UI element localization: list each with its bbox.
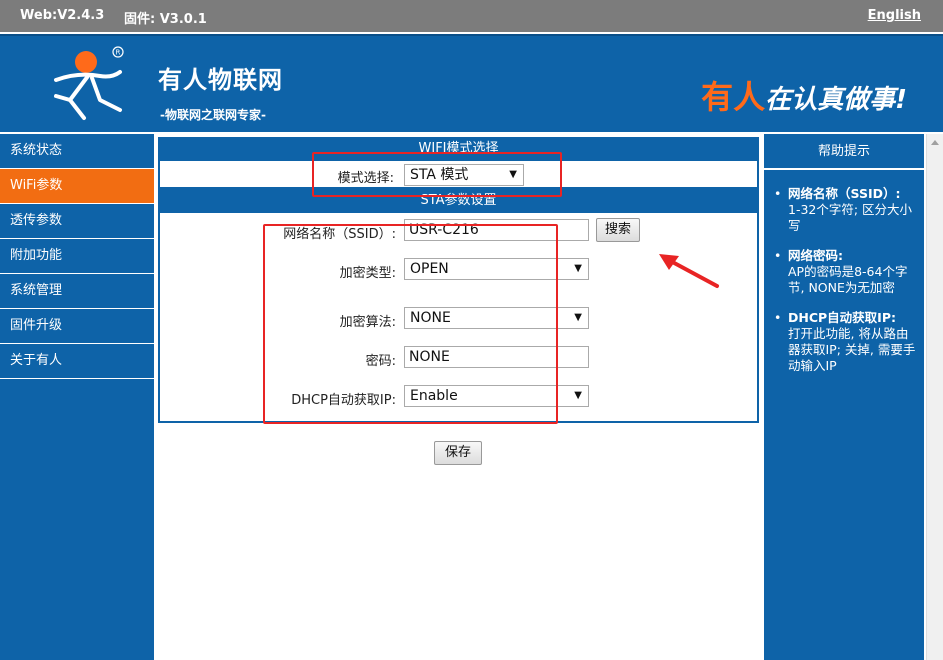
- sidebar-item-about[interactable]: 关于有人: [0, 344, 154, 379]
- encrypt-algo-label: 加密算法:: [339, 315, 396, 330]
- encrypt-algo-value: NONE: [410, 310, 451, 326]
- help-item: 网络名称（SSID）: 1-32个字符; 区分大小写: [772, 186, 916, 234]
- sidebar-item-extra-functions[interactable]: 附加功能: [0, 239, 154, 274]
- dropdown-arrow-icon: ▼: [574, 390, 582, 401]
- save-button[interactable]: 保存: [434, 441, 482, 465]
- encrypt-algo-select[interactable]: NONE ▼: [404, 307, 589, 329]
- ssid-label: 网络名称（SSID）:: [283, 227, 396, 242]
- help-item-text: 1-32个字符; 区分大小写: [788, 202, 913, 233]
- slogan-white: 在认真做事!: [765, 85, 907, 115]
- encrypt-type-label: 加密类型:: [339, 266, 396, 281]
- brand-title: 有人物联网: [158, 66, 283, 94]
- sidebar-item-firmware-upgrade[interactable]: 固件升级: [0, 309, 154, 344]
- scroll-up-arrow-icon[interactable]: [931, 140, 939, 145]
- header-banner: R 有人物联网 -物联网之联网专家- 有人在认真做事!: [0, 34, 943, 132]
- wifi-mode-section-title: WIFI模式选择: [158, 137, 759, 161]
- search-button[interactable]: 搜索: [596, 218, 640, 242]
- brand-subtitle: -物联网之联网专家-: [160, 108, 266, 122]
- help-panel: 帮助提示 网络名称（SSID）: 1-32个字符; 区分大小写 网络密码: AP…: [764, 134, 924, 660]
- password-input[interactable]: NONE: [404, 346, 589, 368]
- top-bar: Web:V2.4.3 固件: V3.0.1 English: [0, 0, 943, 32]
- dropdown-arrow-icon: ▼: [509, 169, 517, 180]
- sidebar-nav: 系统状态 WiFi参数 透传参数 附加功能 系统管理 固件升级 关于有人: [0, 134, 154, 660]
- encrypt-type-value: OPEN: [410, 261, 449, 277]
- sidebar-item-system-management[interactable]: 系统管理: [0, 274, 154, 309]
- sidebar-item-wifi-params[interactable]: WiFi参数: [0, 169, 154, 204]
- sta-params-section: 网络名称（SSID）: USR-C216 搜索 加密类型: OPEN ▼ 加密算…: [158, 213, 759, 423]
- mode-select-label: 模式选择:: [337, 171, 394, 186]
- mode-select-value: STA 模式: [410, 167, 469, 183]
- help-item-title: DHCP自动获取IP:: [788, 310, 896, 325]
- help-item: 网络密码: AP的密码是8-64个字节, NONE为无加密: [772, 248, 916, 296]
- dhcp-value: Enable: [410, 388, 458, 404]
- encrypt-type-select[interactable]: OPEN ▼: [404, 258, 589, 280]
- firmware-version: 固件: V3.0.1: [124, 12, 207, 27]
- help-item-title: 网络密码:: [788, 248, 843, 263]
- help-item-text: AP的密码是8-64个字节, NONE为无加密: [788, 264, 908, 295]
- help-item-text: 打开此功能, 将从路由器获取IP; 关掉, 需要手动输入IP: [788, 326, 916, 373]
- sta-section-title: STA参数设置: [158, 189, 759, 213]
- vertical-scrollbar[interactable]: [926, 134, 943, 660]
- slogan: 有人在认真做事!: [701, 72, 907, 118]
- help-title: 帮助提示: [764, 134, 924, 170]
- password-label: 密码:: [365, 354, 396, 369]
- help-item-title: 网络名称（SSID）:: [788, 186, 901, 201]
- dropdown-arrow-icon: ▼: [574, 312, 582, 323]
- dhcp-select[interactable]: Enable ▼: [404, 385, 589, 407]
- ssid-input[interactable]: USR-C216: [404, 219, 589, 241]
- english-language-link[interactable]: English: [868, 8, 921, 23]
- mode-select[interactable]: STA 模式 ▼: [404, 164, 524, 186]
- dropdown-arrow-icon: ▼: [574, 263, 582, 274]
- sidebar-item-transparent-params[interactable]: 透传参数: [0, 204, 154, 239]
- web-version: Web:V2.4.3: [20, 8, 105, 23]
- sidebar-item-system-status[interactable]: 系统状态: [0, 134, 154, 169]
- slogan-red: 有人: [701, 78, 766, 116]
- dhcp-label: DHCP自动获取IP:: [291, 393, 396, 408]
- svg-text:R: R: [116, 49, 121, 57]
- wifi-mode-section: 模式选择: STA 模式 ▼: [158, 161, 759, 189]
- annotation-arrow-icon: [659, 254, 719, 288]
- usr-logo-icon: R: [54, 46, 124, 120]
- help-item: DHCP自动获取IP: 打开此功能, 将从路由器获取IP; 关掉, 需要手动输入…: [772, 310, 916, 374]
- help-list: 网络名称（SSID）: 1-32个字符; 区分大小写 网络密码: AP的密码是8…: [764, 170, 924, 374]
